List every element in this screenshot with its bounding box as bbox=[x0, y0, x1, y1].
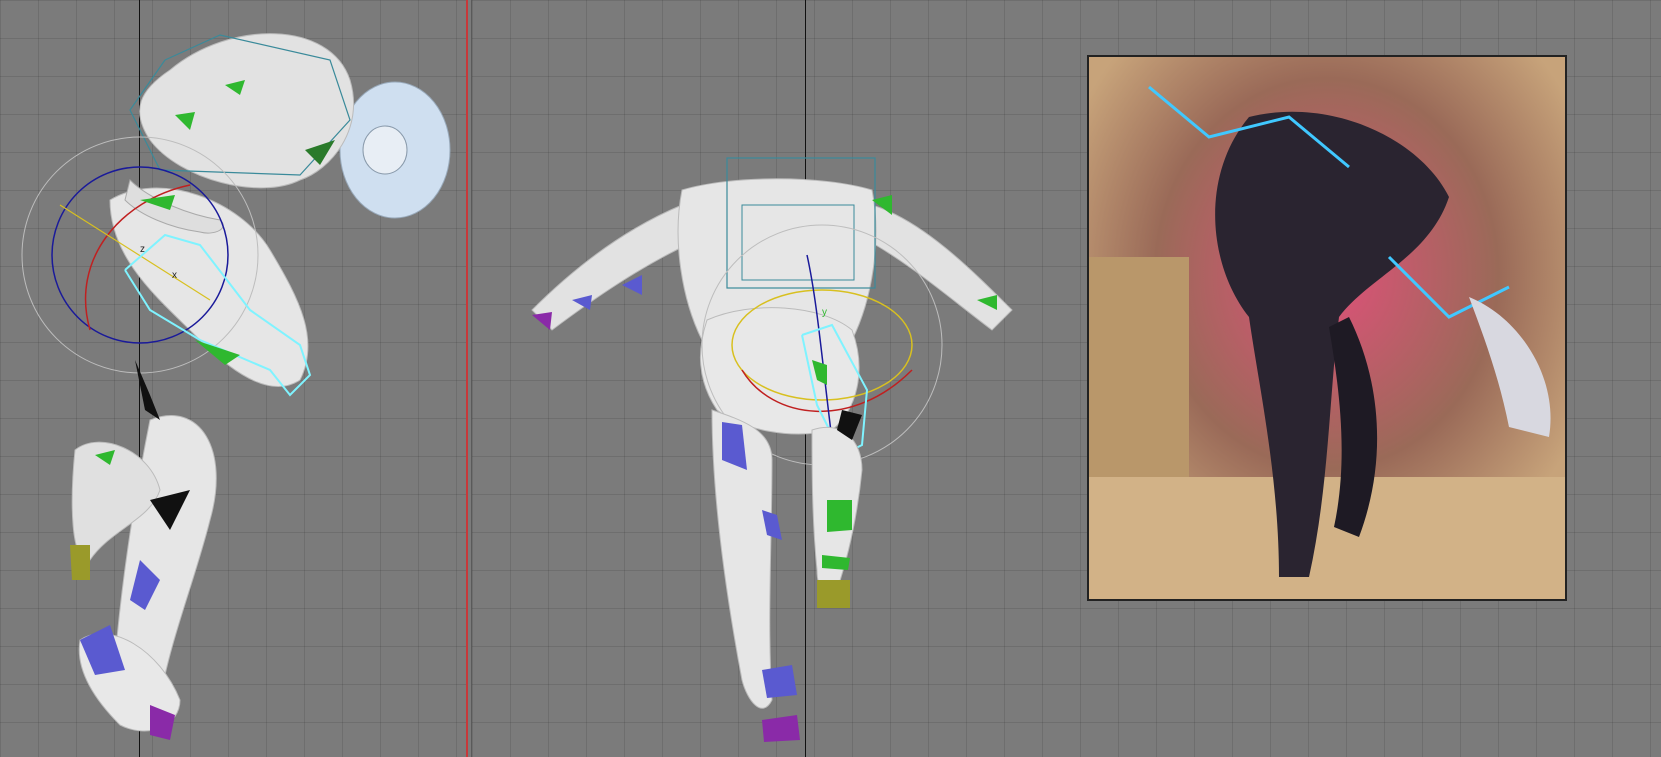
marker-blue bbox=[762, 665, 797, 698]
side-view-character[interactable]: z x bbox=[0, 0, 466, 757]
right-arm-mesh bbox=[866, 204, 1013, 331]
reference-artwork bbox=[1089, 57, 1565, 599]
back-viewport[interactable]: y bbox=[472, 0, 1661, 757]
marker-purple bbox=[532, 312, 552, 330]
marker-purple bbox=[762, 715, 800, 742]
ear-mesh bbox=[362, 125, 408, 175]
marker-olive bbox=[817, 580, 850, 608]
ground bbox=[1089, 477, 1565, 599]
gizmo-x-label: x bbox=[172, 270, 177, 281]
shadow-mark bbox=[135, 360, 160, 420]
gizmo-y-label: y bbox=[822, 307, 827, 318]
marker-olive bbox=[70, 545, 90, 580]
reference-image bbox=[1087, 55, 1567, 601]
left-arm-mesh bbox=[531, 204, 698, 331]
side-viewport[interactable]: z x bbox=[0, 0, 466, 757]
marker-green bbox=[827, 500, 852, 532]
